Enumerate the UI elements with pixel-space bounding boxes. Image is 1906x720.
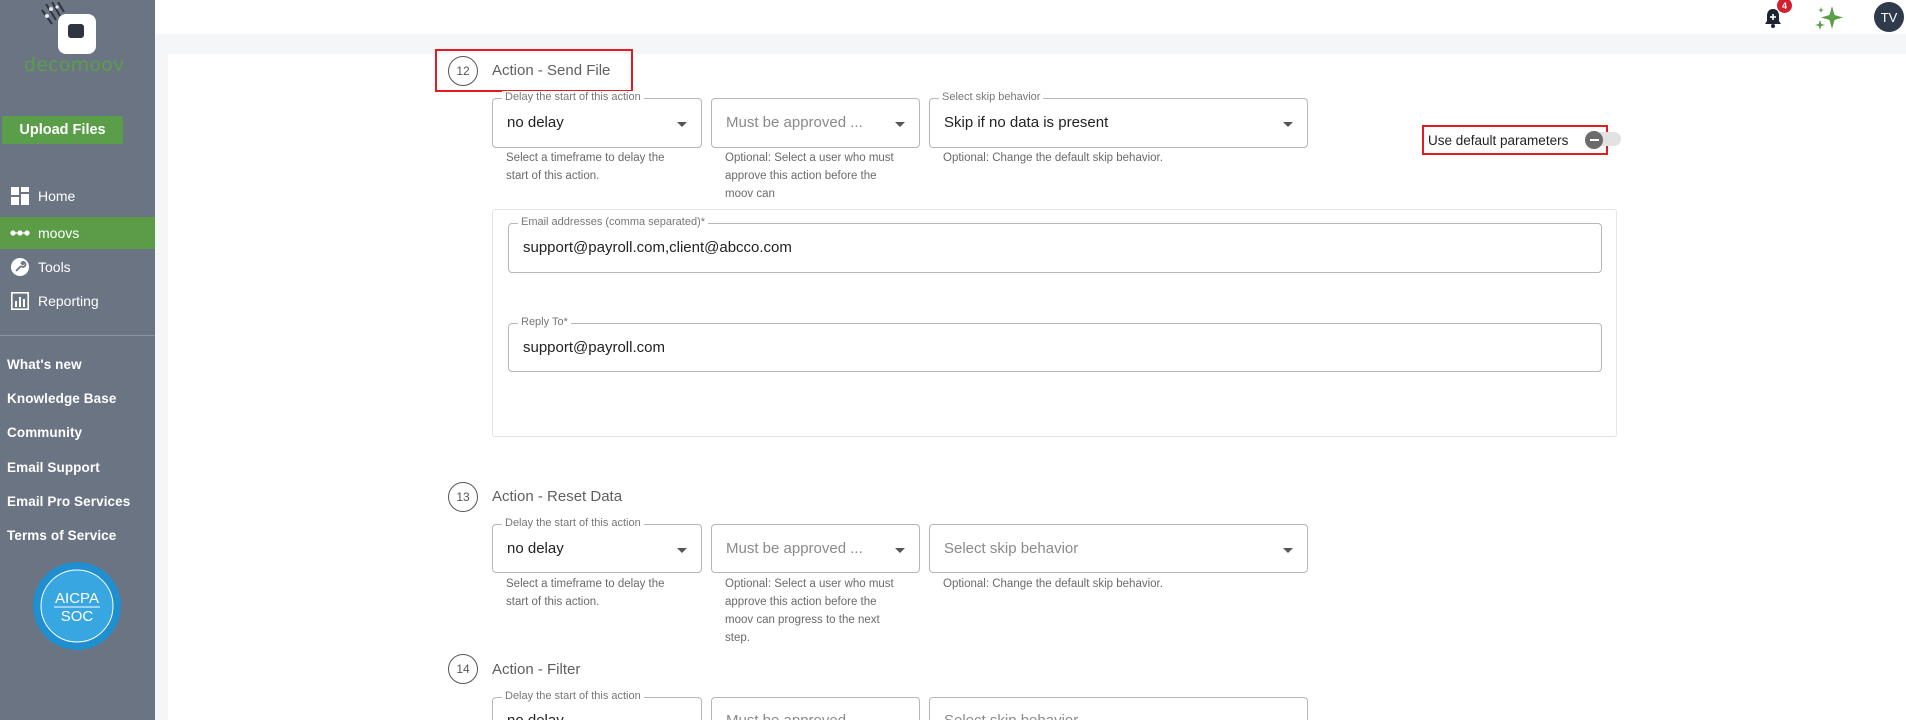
sidebar-item-label: Home bbox=[38, 188, 76, 204]
step-title: Action - Send File bbox=[492, 62, 611, 79]
skip-placeholder: Select skip behavior bbox=[944, 540, 1079, 557]
logo-text: decomoov bbox=[24, 54, 125, 76]
email-label: Email addresses (comma separated)* bbox=[518, 216, 709, 228]
skip-helper: Optional: Change the default skip behavi… bbox=[943, 578, 1163, 590]
skip-behavior-select[interactable]: Select skip behavior bbox=[929, 697, 1308, 720]
delay-value: no delay bbox=[507, 114, 564, 131]
step-number: 14 bbox=[448, 654, 478, 684]
skip-behavior-select[interactable]: Select skip behavior bbox=[929, 524, 1308, 573]
delay-value: no delay bbox=[507, 540, 564, 557]
reply-to-label: Reply To* bbox=[518, 316, 571, 328]
grid-icon bbox=[10, 186, 30, 206]
approval-placeholder: Must be approved ... bbox=[726, 712, 863, 720]
chevron-down-icon bbox=[677, 122, 687, 127]
upload-files-button[interactable]: Upload Files bbox=[2, 116, 123, 144]
sidebar-item-label: Reporting bbox=[38, 293, 99, 309]
sparkle-icon[interactable] bbox=[1812, 4, 1846, 32]
wrench-icon bbox=[10, 257, 30, 277]
approval-select[interactable]: Must be approved ... bbox=[711, 697, 920, 720]
link-email-pro-services[interactable]: Email Pro Services bbox=[7, 494, 130, 509]
skip-value: Skip if no data is present bbox=[944, 114, 1109, 131]
delay-helper: Select a timeframe to delay the start of… bbox=[506, 152, 665, 182]
minus-circle-icon[interactable] bbox=[1585, 131, 1603, 149]
link-terms-of-service[interactable]: Terms of Service bbox=[7, 528, 116, 543]
chart-icon bbox=[10, 291, 30, 311]
chevron-down-icon bbox=[1283, 548, 1293, 553]
delay-label: Delay the start of this action bbox=[502, 690, 644, 702]
sidebar-item-label: Tools bbox=[38, 259, 71, 275]
skip-label: Select skip behavior bbox=[939, 91, 1044, 103]
approval-placeholder: Must be approved ... bbox=[726, 114, 863, 131]
chevron-down-icon bbox=[895, 548, 905, 553]
email-addresses-field[interactable]: Email addresses (comma separated)* suppo… bbox=[508, 216, 1602, 273]
link-email-support[interactable]: Email Support bbox=[7, 460, 100, 475]
link-whats-new[interactable]: What's new bbox=[7, 357, 82, 372]
sidebar: decomoov Upload Files Home moovs Tools R… bbox=[0, 0, 155, 720]
skip-helper: Optional: Change the default skip behavi… bbox=[943, 152, 1163, 164]
sidebar-item-reporting[interactable]: Reporting bbox=[0, 285, 155, 317]
sidebar-item-moovs[interactable]: moovs bbox=[0, 217, 155, 249]
delay-value: no delay bbox=[507, 712, 564, 720]
step-title: Action - Filter bbox=[492, 661, 581, 678]
delay-helper: Select a timeframe to delay the start of… bbox=[506, 578, 665, 608]
chevron-down-icon bbox=[1283, 122, 1293, 127]
delay-select[interactable]: Delay the start of this action no delay bbox=[492, 91, 702, 148]
dots-icon bbox=[10, 223, 30, 243]
user-avatar[interactable]: TV bbox=[1874, 2, 1904, 32]
reply-to-value: support@payroll.com bbox=[523, 339, 665, 356]
step-number: 12 bbox=[448, 56, 478, 86]
badge-line2: SOC bbox=[61, 608, 94, 625]
badge-line1: AICPA bbox=[55, 590, 99, 607]
use-default-parameters-label: Use default parameters bbox=[1428, 132, 1569, 148]
step-number: 13 bbox=[448, 482, 478, 512]
delay-label: Delay the start of this action bbox=[502, 91, 644, 103]
delay-label: Delay the start of this action bbox=[502, 517, 644, 529]
approval-helper: Optional: Select a user who must approve… bbox=[725, 152, 894, 200]
delay-select[interactable]: Delay the start of this action no delay bbox=[492, 690, 702, 720]
top-bar bbox=[155, 0, 1906, 34]
sidebar-item-home[interactable]: Home bbox=[0, 180, 155, 212]
link-community[interactable]: Community bbox=[7, 425, 82, 440]
approval-placeholder: Must be approved ... bbox=[726, 540, 863, 557]
approval-select[interactable]: Must be approved ... bbox=[711, 524, 920, 573]
skip-placeholder: Select skip behavior bbox=[944, 712, 1078, 720]
aicpa-soc-badge: AICPA SOC bbox=[33, 562, 121, 650]
reply-to-field[interactable]: Reply To* support@payroll.com bbox=[508, 316, 1602, 372]
chevron-down-icon bbox=[677, 548, 687, 553]
chevron-down-icon bbox=[895, 122, 905, 127]
link-knowledge-base[interactable]: Knowledge Base bbox=[7, 391, 116, 406]
approval-helper: Optional: Select a user who must approve… bbox=[725, 578, 894, 644]
skip-behavior-select[interactable]: Select skip behavior Skip if no data is … bbox=[929, 91, 1308, 148]
email-value: support@payroll.com,client@abcco.com bbox=[523, 239, 792, 256]
sidebar-item-tools[interactable]: Tools bbox=[0, 251, 155, 283]
sidebar-divider bbox=[0, 335, 155, 336]
delay-select[interactable]: Delay the start of this action no delay bbox=[492, 517, 702, 573]
sidebar-item-label: moovs bbox=[38, 225, 80, 241]
approval-select[interactable]: Must be approved ... bbox=[711, 98, 920, 148]
step-title: Action - Reset Data bbox=[492, 488, 623, 505]
